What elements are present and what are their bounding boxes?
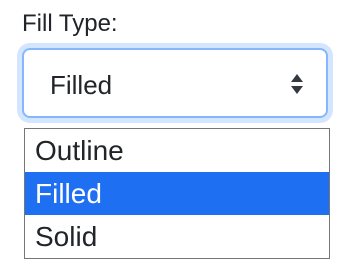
option-solid[interactable]: Solid [25,215,329,258]
fill-type-select[interactable]: Filled [22,48,328,118]
fill-type-options-list: Outline Filled Solid [24,128,330,259]
fill-type-label: Fill Type: [22,10,118,37]
fill-type-selected-value: Filled [50,70,113,100]
option-outline[interactable]: Outline [25,129,329,172]
sort-up-down-icon [291,74,303,94]
option-filled[interactable]: Filled [25,172,329,215]
